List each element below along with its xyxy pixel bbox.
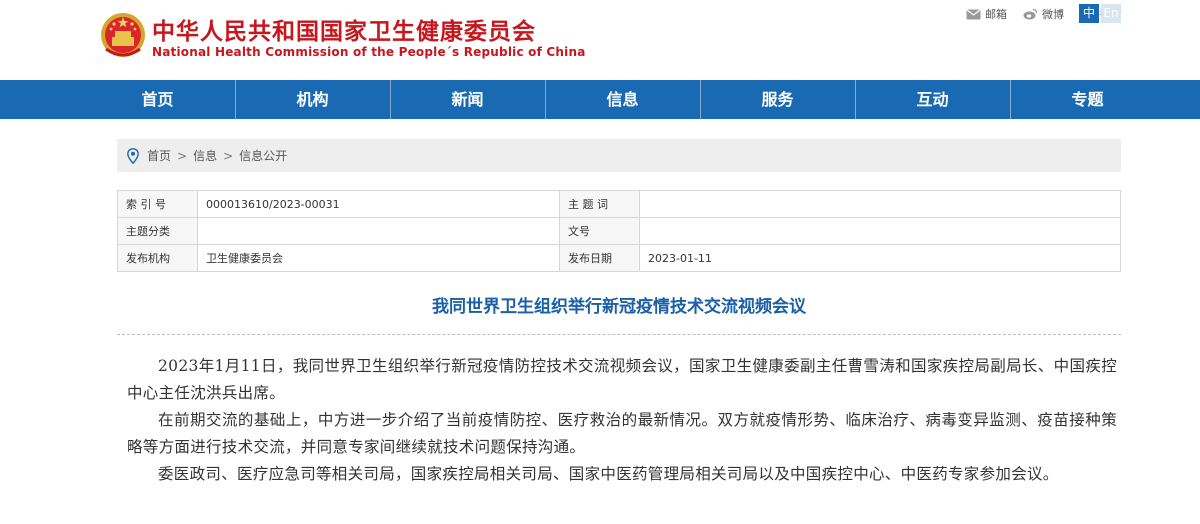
nav-item-organization[interactable]: 机构 [235, 80, 390, 119]
article-paragraph: 2023年1月11日，我同世界卫生组织举行新冠疫情防控技术交流视频会议，国家卫生… [127, 357, 1117, 402]
nav-item-information[interactable]: 信息 [545, 80, 700, 119]
breadcrumb: 首页 > 信息 > 信息公开 [117, 139, 1121, 172]
doc-no-value [639, 217, 1121, 245]
weibo-link[interactable]: 微博 [1023, 6, 1064, 22]
title-divider [117, 334, 1121, 335]
breadcrumb-separator: > [223, 148, 234, 163]
nav-item-home[interactable]: 首页 [80, 80, 235, 119]
site-header: 中华人民共和国国家卫生健康委员会 National Health Commiss… [0, 0, 1200, 80]
nav-item-services[interactable]: 服务 [700, 80, 855, 119]
nav-item-interaction[interactable]: 互动 [855, 80, 1010, 119]
publisher-label: 发布机构 [117, 244, 198, 272]
article-paragraph: 在前期交流的基础上，中方进一步介绍了当前疫情防控、医疗救治的最新情况。双方就疫情… [127, 411, 1117, 456]
main-nav-items: 首页 机构 新闻 信息 服务 互动 专题 [80, 80, 1200, 119]
breadcrumb-disclosure[interactable]: 信息公开 [239, 147, 287, 164]
language-switch: 中 En [1079, 4, 1121, 23]
table-row: 发布机构 卫生健康委员会 发布日期 2023-01-11 [117, 244, 1121, 272]
category-value [197, 217, 560, 245]
national-emblem-icon[interactable] [100, 9, 146, 61]
article-paragraph: 委医政司、医疗应急司等相关司局，国家疾控局相关司局、国家中医药管理局相关司局以及… [158, 465, 1059, 483]
publisher-value: 卫生健康委员会 [197, 244, 560, 272]
article-title: 我同世界卫生组织举行新冠疫情技术交流视频会议 [432, 297, 806, 317]
breadcrumb-information[interactable]: 信息 [193, 147, 217, 164]
lang-zh-button[interactable]: 中 [1079, 4, 1099, 23]
weibo-icon [1023, 8, 1038, 20]
article-body: 2023年1月11日，我同世界卫生组织举行新冠疫情防控技术交流视频会议，国家卫生… [127, 353, 1117, 488]
lang-en-button[interactable]: En [1101, 4, 1121, 23]
table-row: 索 引 号 000013610/2023-00031 主 题 词 [117, 190, 1121, 218]
mail-link-label: 邮箱 [985, 8, 1007, 21]
breadcrumb-separator: > [177, 148, 188, 163]
main-nav: 首页 机构 新闻 信息 服务 互动 专题 [0, 80, 1200, 119]
breadcrumb-home[interactable]: 首页 [147, 147, 171, 164]
date-label: 发布日期 [559, 244, 640, 272]
site-subtitle: National Health Commission of the People… [152, 45, 586, 59]
table-row: 主题分类 文号 [117, 217, 1121, 245]
subject-value [639, 190, 1121, 218]
document-meta-table: 索 引 号 000013610/2023-00031 主 题 词 主题分类 文号… [117, 190, 1121, 272]
site-title[interactable]: 中华人民共和国国家卫生健康委员会 [152, 12, 536, 46]
mail-icon [966, 9, 981, 19]
nav-item-news[interactable]: 新闻 [390, 80, 545, 119]
mail-link[interactable]: 邮箱 [966, 6, 1007, 22]
category-label: 主题分类 [117, 217, 198, 245]
index-value: 000013610/2023-00031 [197, 190, 560, 218]
nav-item-topics[interactable]: 专题 [1010, 80, 1165, 119]
doc-no-label: 文号 [559, 217, 640, 245]
location-pin-icon [127, 147, 139, 164]
weibo-link-label: 微博 [1042, 8, 1064, 21]
date-value: 2023-01-11 [639, 244, 1121, 272]
subject-label: 主 题 词 [559, 190, 640, 218]
index-label: 索 引 号 [117, 190, 198, 218]
